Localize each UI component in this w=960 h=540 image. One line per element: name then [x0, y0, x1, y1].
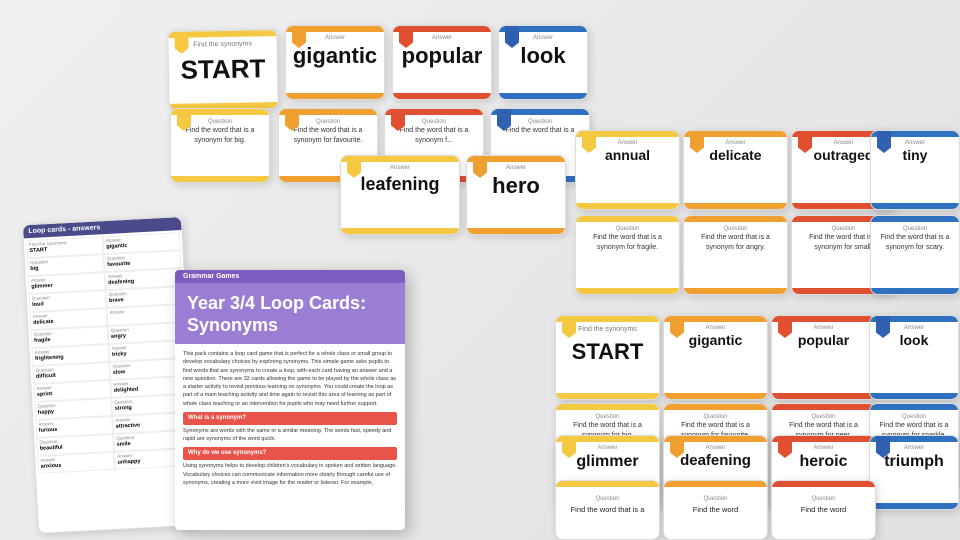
card-stripe-bottom	[871, 288, 959, 294]
card-q-fragile-text: Question Find the word that is a synonym…	[576, 222, 679, 256]
card-q-scary: Question Find the word that is a synonym…	[870, 215, 960, 295]
card-look-1: Answer look	[498, 25, 588, 100]
tn-title-line1: Year 3/4 Loop Cards:	[187, 293, 393, 315]
card-gigantic-1: Answer gigantic	[285, 25, 385, 100]
card-stripe-bottom	[341, 228, 459, 234]
card-gigantic2: Answer gigantic	[663, 315, 768, 400]
teacher-notes: Grammar Games Year 3/4 Loop Cards: Synon…	[175, 270, 405, 530]
tn-section2-text: Using synonyms helps to develop children…	[183, 462, 397, 487]
card-stripe-bottom	[556, 393, 659, 399]
card-tiny: Answer tiny	[870, 130, 960, 210]
card-qbot1: Question Find the word that is a	[555, 480, 660, 540]
card-stripe-bottom	[871, 203, 959, 209]
card-stripe-bottom	[467, 228, 565, 234]
tn-section2-header: Why do we use synonyms?	[183, 447, 397, 460]
card-stripe-bottom	[870, 393, 958, 399]
card-stripe-bottom	[576, 288, 679, 294]
card-start-word: START	[169, 47, 278, 88]
card-triumph: Answer triumph	[869, 435, 959, 510]
card-delicate: Answer delicate	[683, 130, 788, 210]
card-stripe-bottom	[576, 203, 679, 209]
card-hero: Answer hero	[466, 155, 566, 235]
card-annual: Answer annual	[575, 130, 680, 210]
tn-section1-header: What is a synonym?	[183, 412, 397, 425]
card-leafening-word: leafening	[341, 171, 459, 197]
card-question-big: Question Find the word that is a synonym…	[170, 108, 270, 183]
card-stripe-bottom	[286, 93, 384, 99]
card-q-scary-text: Question Find the word that is a synonym…	[871, 222, 959, 256]
card-q-angry: Question Find the word that is a synonym…	[683, 215, 788, 295]
card-start2: Find the synonyms START	[555, 315, 660, 400]
card-stripe-bottom	[499, 93, 587, 99]
card-popular-1: Answer popular	[392, 25, 492, 100]
tn-top-bar: Grammar Games	[175, 270, 405, 283]
scene: Loop cards - answers Find the synonyms S…	[0, 0, 960, 540]
tn-title-line2: Synonyms	[187, 315, 393, 337]
card-qbot3-text: Question Find the word	[772, 487, 875, 517]
card-stripe-bottom	[684, 288, 787, 294]
card-stripe-bottom	[171, 176, 269, 182]
card-stripe-bottom	[772, 393, 875, 399]
tn-body-text: This pack contains a loop card game that…	[183, 350, 397, 408]
tn-title-area: Year 3/4 Loop Cards: Synonyms	[175, 283, 405, 344]
card-qbot2: Question Find the word	[663, 480, 768, 540]
answer-sheet: Loop cards - answers Find the synonyms S…	[22, 216, 198, 534]
card-start2-word: START	[556, 333, 659, 367]
card-look2: Answer look	[869, 315, 959, 400]
tn-body: This pack contains a loop card game that…	[175, 344, 405, 497]
card-qbot1-text: Question Find the word that is a	[556, 487, 659, 517]
card-stripe-bottom	[684, 203, 787, 209]
card-stripe-bottom	[870, 503, 958, 509]
card-popular2: Answer popular	[771, 315, 876, 400]
card-start: Find the synonyms START	[167, 29, 278, 111]
card-stripe-bottom	[664, 393, 767, 399]
card-qbot2-text: Question Find the word	[664, 487, 767, 517]
card-qbot3: Question Find the word	[771, 480, 876, 540]
answer-sheet-grid: Find the synonyms START Answer gigantic …	[24, 230, 194, 476]
tn-section1-text: Synonyms are words with the same or a si…	[183, 427, 397, 444]
card-stripe-bottom	[393, 93, 491, 99]
card-q-fragile: Question Find the word that is a synonym…	[575, 215, 680, 295]
card-leafening: Answer leafening	[340, 155, 460, 235]
card-q-angry-text: Question Find the word that is a synonym…	[684, 222, 787, 256]
